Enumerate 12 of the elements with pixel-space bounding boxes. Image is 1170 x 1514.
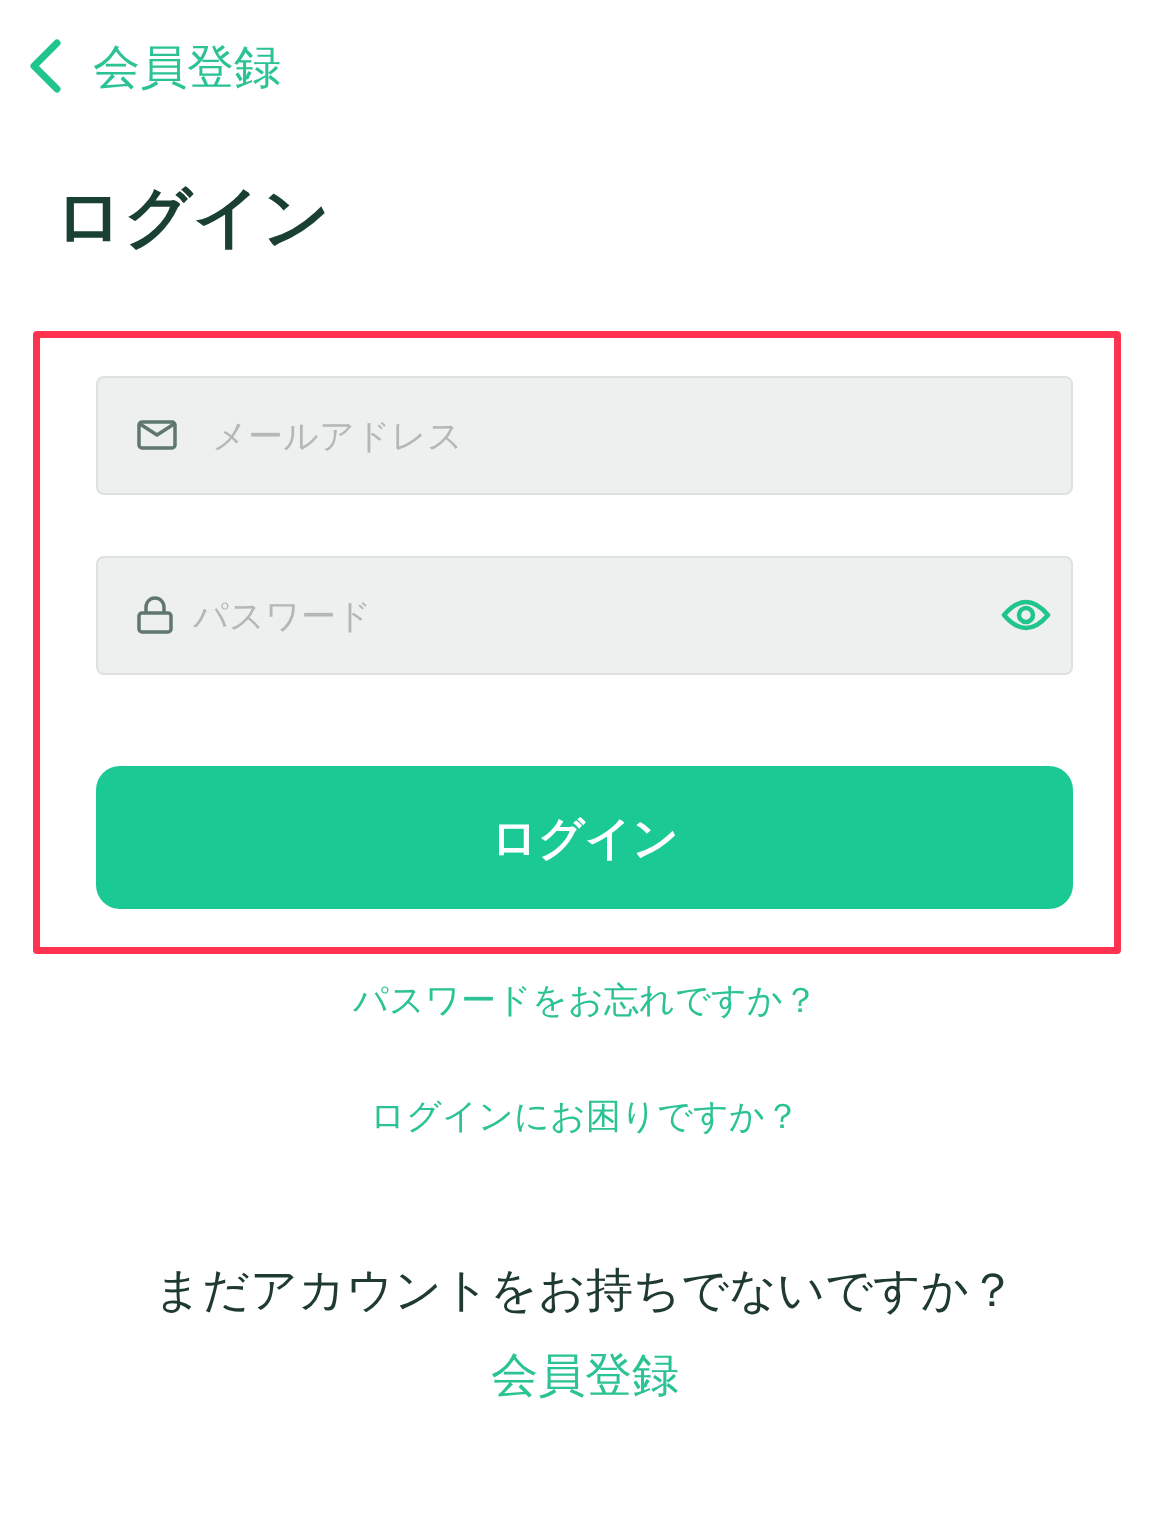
help-link[interactable]: ログインにお困りですか？ (370, 1099, 800, 1134)
page-title: ログイン (55, 184, 331, 251)
password-field[interactable]: パスワード (96, 556, 1073, 675)
chevron-left-icon (28, 38, 62, 94)
mail-icon (137, 420, 177, 450)
signup-prompt: まだアカウントをお持ちでないですか？ (154, 1266, 1016, 1313)
signup-link[interactable]: 会員登録 (491, 1351, 679, 1398)
login-button[interactable]: ログイン (96, 766, 1073, 909)
lock-icon (137, 596, 173, 634)
help-link[interactable]: パスワードをお忘れですか？ (352, 983, 818, 1018)
email-field[interactable]: メールアドレス (96, 376, 1073, 495)
back-button[interactable]: 会員登録 (28, 38, 281, 94)
